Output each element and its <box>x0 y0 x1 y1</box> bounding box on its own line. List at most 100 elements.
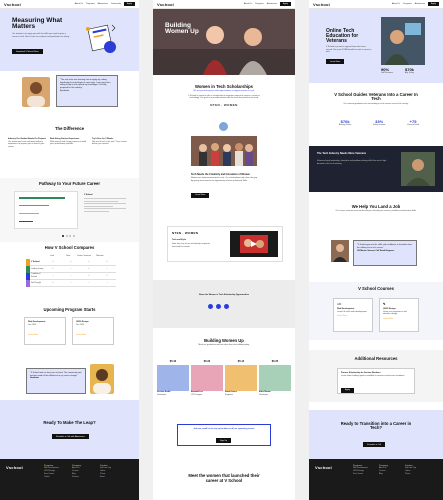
feature-card: Tech Needs the Creativity and Innovation… <box>191 136 257 214</box>
signup-button[interactable]: Sign Up <box>216 438 232 443</box>
pathway-carousel-dots[interactable] <box>62 235 75 237</box>
nav-link[interactable]: Admissions <box>415 3 425 5</box>
check-icon: ✓ <box>88 267 90 270</box>
testimonial-name: Graduate <box>30 377 39 380</box>
schedule-call-button[interactable]: Schedule a Call <box>363 442 386 447</box>
course-text: Learn user experience and interface desi… <box>383 310 407 316</box>
nav-link[interactable]: Programs <box>403 3 412 5</box>
footer-link[interactable]: Blog <box>379 473 401 476</box>
download-stats-button[interactable]: Download V School Stats <box>12 49 43 54</box>
logo[interactable]: Vschool <box>313 2 330 7</box>
program-card[interactable]: UX/UI Design Jan 2025 Learn More <box>72 317 114 345</box>
table-row: Traditional School – – ✓ ✓ <box>26 272 116 280</box>
graduate-role: UX Designer <box>191 393 203 396</box>
page-veterans: Vschool About Us Programs Admissions App… <box>309 0 443 500</box>
footer-col: Contact Salt Lake City Online Phone <box>405 465 435 476</box>
facebook-icon[interactable] <box>208 304 213 309</box>
table-row: V School ✓ ✓ ✓ ✓ <box>26 258 116 266</box>
logo[interactable]: Vschool <box>157 2 174 7</box>
cross-icon: – <box>106 267 108 270</box>
job-section: We Help You Land a Job Our career servic… <box>309 204 443 274</box>
resource-card: Pioneer Scholarship for Service Members … <box>337 368 415 394</box>
learn-more-link[interactable]: Learn More <box>337 315 369 318</box>
learn-more-link[interactable]: Learn More <box>28 334 62 337</box>
cta-section: Ready to Transition into a Career in Tec… <box>309 410 443 459</box>
pathway-chart <box>14 191 78 229</box>
graduate-card[interactable]: $5.25 Katie Brown Developer <box>259 360 291 406</box>
graduate-card[interactable]: $5.14 Sarah Jones Engineer <box>225 360 257 406</box>
linkedin-icon[interactable] <box>216 304 221 309</box>
pathway-card-title: V School <box>84 194 93 196</box>
nav-link[interactable]: Programs <box>86 3 95 5</box>
learn-more-button[interactable]: Learn More <box>191 192 210 198</box>
course-card[interactable]: ✎ UX/UI Design Learn user experience and… <box>379 298 419 332</box>
graduate-card[interactable]: $5.23 Amanda Lee UX Designer <box>191 360 223 406</box>
nav-link[interactable]: Programs <box>255 3 264 5</box>
nav-link[interactable]: Admissions <box>267 3 277 5</box>
hero-section: Measuring What Matters Our mission is to… <box>0 9 139 71</box>
schedule-call-button[interactable]: Schedule a Call with Admissions <box>52 434 89 439</box>
nav-link[interactable]: About Us <box>244 3 252 5</box>
learn-more-link[interactable]: Learn More <box>76 334 110 337</box>
pathway-bar <box>19 221 33 222</box>
compare-section: How V School Compares Cost Time Career S… <box>0 245 139 298</box>
footer-link[interactable]: Partners <box>72 476 94 479</box>
page-building-women-up: Vschool About Us Programs Admissions App… <box>153 0 295 500</box>
section-title: Upcoming Program Starts <box>43 307 96 312</box>
cta-section: Ready To Make The Leap? Schedule a Call … <box>0 400 139 459</box>
nav-link[interactable]: About Us <box>392 3 400 5</box>
nav-link[interactable]: Community <box>111 3 121 5</box>
nav-links: About Us Programs Admissions Apply <box>392 2 439 6</box>
twitter-icon[interactable] <box>224 304 229 309</box>
stat-label: Veterans Hired <box>407 124 419 126</box>
program-card[interactable]: Web Development Jan 2025 Learn More <box>24 317 66 345</box>
check-icon: ✓ <box>52 260 54 263</box>
compare-header: Time <box>65 255 71 257</box>
feature-card-text: Women are underrepresented in tech. Our … <box>191 177 258 182</box>
footer-logo[interactable]: Vschool <box>6 465 23 470</box>
guide-stat: $76k Average Salary <box>339 119 351 126</box>
graduate-cards: $5.42 Jessica Smith Developer $5.23 Aman… <box>157 360 291 406</box>
footer-link[interactable]: Phone <box>405 473 435 476</box>
section-title: Building Women Up <box>204 338 244 343</box>
footer-logo[interactable]: Vschool <box>315 465 332 470</box>
check-icon: ✓ <box>52 267 54 270</box>
table-row: Coding Camp ✓ – ✓ – <box>26 265 116 273</box>
footer-link[interactable]: Email <box>100 476 130 479</box>
row-label: Traditional School <box>31 273 41 278</box>
graduate-role: Developer <box>259 393 269 396</box>
graduate-role: Developer <box>157 393 167 396</box>
video-thumbnail[interactable] <box>230 231 278 257</box>
footer-col: Programs Web Development UX/UI Design Fr… <box>353 465 375 476</box>
nav-link[interactable]: About Us <box>75 3 83 5</box>
graduate-card[interactable]: $5.42 Jessica Smith Developer <box>157 360 189 406</box>
testimonial-card: "V School gave me the skills and confide… <box>353 240 417 266</box>
section-title: V School Guides Veterans Into a Career I… <box>334 92 418 102</box>
logo[interactable]: Vschool <box>4 2 21 7</box>
pathway-bar <box>19 197 65 199</box>
section-subtitle: Meet our graduates and see what they are… <box>198 344 250 346</box>
resource-apply-button[interactable]: Apply <box>341 387 355 393</box>
footer-link[interactable]: Free Course <box>353 473 375 476</box>
nav-link[interactable]: Admissions <box>98 3 108 5</box>
resource-text: Learn about funding options available to… <box>341 374 405 377</box>
meet-section: Meet the women that launched their caree… <box>153 473 295 500</box>
section-title: Women in Tech Scholarships <box>194 84 253 89</box>
course-card[interactable]: </> Web Development Learn full stack web… <box>333 298 373 332</box>
graduates-section: Building Women Up Meet our graduates and… <box>153 338 295 410</box>
apply-button[interactable]: Apply <box>279 2 291 6</box>
hero-button[interactable]: Learn More <box>326 59 345 64</box>
apply-button[interactable]: Apply <box>427 2 439 6</box>
footer-link[interactable]: Tuition <box>44 476 66 479</box>
graduate-photo <box>259 365 291 391</box>
hero-stat: $70k Avg. Salary <box>405 67 427 74</box>
graduate-photo <box>225 365 257 391</box>
testimonial-quote: "The real value was learning how to appl… <box>60 79 111 89</box>
apply-button[interactable]: Apply <box>123 2 135 6</box>
learn-more-link[interactable]: Learn More <box>383 318 415 321</box>
pathway-card: V School <box>84 194 126 213</box>
difference-col-text: Work directly with hiring partners to bu… <box>50 140 86 146</box>
difference-col-text: Our instructors have real-world industry… <box>8 140 45 148</box>
social-icons <box>208 304 229 309</box>
pathway-section: Pathway to Your Future Career V School <box>0 178 139 242</box>
